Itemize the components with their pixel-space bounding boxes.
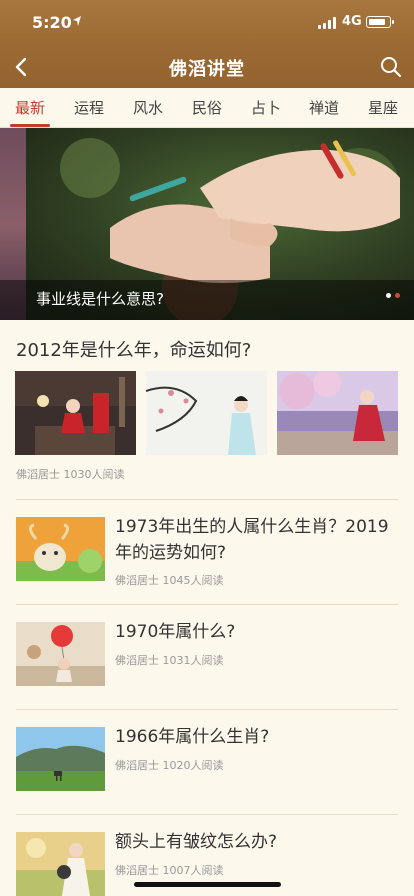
signal-icon [318,17,337,29]
tab-zen[interactable]: 禅道 [309,97,339,118]
banner-caption[interactable]: 事业线是什么意思? [36,288,164,309]
carousel-dot [386,293,391,298]
active-tab-indicator [10,124,50,127]
featured-article-meta: 佛滔居士 1030人阅读 [16,468,125,481]
divider [16,814,398,815]
article-thumbnail[interactable] [16,517,105,581]
article-meta: 佛滔居士 1031人阅读 [115,654,224,667]
article-thumbnail[interactable] [16,832,105,896]
featured-image-1[interactable] [15,371,136,455]
article-meta: 佛滔居士 1045人阅读 [115,574,224,587]
network-label: 4G [342,14,362,29]
tab-fortune[interactable]: 运程 [74,97,104,118]
divider [16,604,398,605]
article-title[interactable]: 1973年出生的人属什么生肖？2019年的运势如何? [115,514,405,566]
article-title[interactable]: 额头上有皱纹怎么办? [115,829,405,855]
article-title[interactable]: 1970年属什么? [115,619,405,645]
carousel-dot-active [395,293,400,298]
app-header: 5:20 4G 佛滔讲堂 [0,0,414,88]
page-title: 佛滔讲堂 [169,59,245,80]
home-indicator [134,882,281,887]
article-meta: 佛滔居士 1020人阅读 [115,759,224,772]
status-time: 5:20 [32,13,72,32]
tab-latest[interactable]: 最新 [15,97,45,118]
tab-horoscope[interactable]: 星座 [368,97,398,118]
divider [16,709,398,710]
battery-icon [366,16,394,28]
tab-fengshui[interactable]: 风水 [133,97,163,118]
featured-image-2[interactable] [146,371,267,455]
tab-divination[interactable]: 占卜 [251,97,281,118]
article-thumbnail[interactable] [16,622,105,686]
status-bar: 5:20 4G [0,0,414,44]
search-icon[interactable] [379,55,403,79]
divider [16,499,398,500]
article-thumbnail[interactable] [16,727,105,791]
article-meta: 佛滔居士 1007人阅读 [115,864,224,877]
carousel-dots [382,283,400,302]
category-tabs: 最新 运程 风水 民俗 占卜 禅道 星座 [0,88,414,128]
banner-carousel[interactable]: 事业线是什么意思? [0,128,414,320]
article-title[interactable]: 1966年属什么生肖? [115,724,405,750]
featured-image-3[interactable] [277,371,398,455]
featured-article-title[interactable]: 2012年是什么年，命运如何? [16,336,251,362]
location-arrow-icon [73,16,81,26]
tab-folklore[interactable]: 民俗 [192,97,222,118]
